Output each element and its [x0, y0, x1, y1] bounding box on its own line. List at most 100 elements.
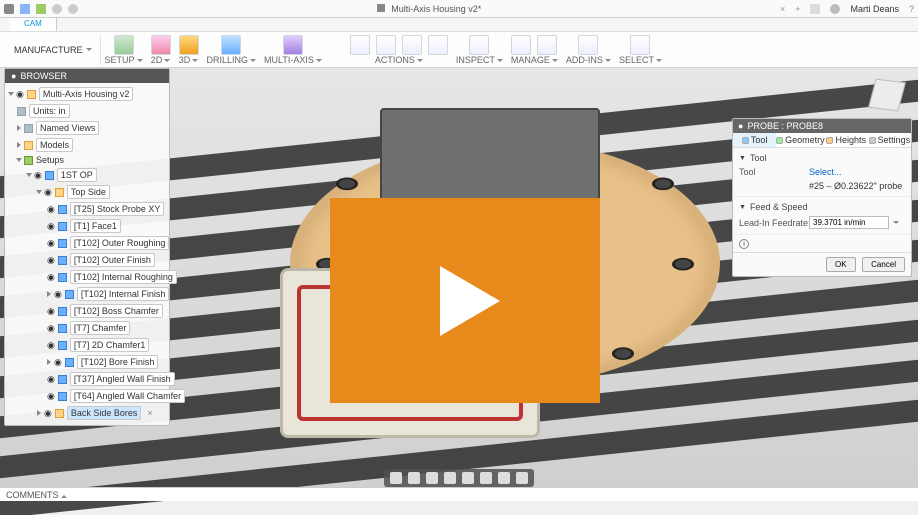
- ribbon-multiaxis[interactable]: MULTI-AXIS: [260, 34, 326, 65]
- ribbon-3d[interactable]: 3D: [175, 34, 203, 65]
- radio-icon[interactable]: ◉: [47, 374, 55, 385]
- close-doc-icon[interactable]: ×: [780, 4, 785, 14]
- radio-icon[interactable]: ◉: [54, 357, 62, 368]
- cancel-button[interactable]: Cancel: [862, 257, 905, 272]
- drilling-icon[interactable]: [221, 35, 241, 55]
- new-tab-icon[interactable]: +: [795, 4, 800, 14]
- pan-icon[interactable]: [408, 472, 420, 484]
- op-chamfer[interactable]: [T7] Chamfer: [70, 321, 131, 335]
- generate-icon[interactable]: [350, 35, 370, 55]
- radio-icon[interactable]: ◉: [54, 289, 62, 300]
- select-icon[interactable]: [630, 35, 650, 55]
- setup-icon[interactable]: [114, 35, 134, 55]
- op-2d-chamfer1[interactable]: [T7] 2D Chamfer1: [70, 338, 150, 352]
- units-node[interactable]: Units: in: [29, 104, 70, 118]
- radio-icon[interactable]: ◉: [47, 391, 55, 402]
- probe-tab-heights[interactable]: Heights: [825, 133, 868, 147]
- user-name[interactable]: Marti Deans: [850, 4, 899, 14]
- multiaxis-icon[interactable]: [283, 35, 303, 55]
- redo-icon[interactable]: [68, 4, 78, 14]
- ribbon-select[interactable]: SELECT: [615, 34, 666, 65]
- ribbon-inspect[interactable]: INSPECT: [452, 34, 507, 65]
- radio-icon[interactable]: ◉: [47, 306, 55, 317]
- ribbon-drilling[interactable]: DRILLING: [203, 34, 261, 65]
- op-outer-finish[interactable]: [T102] Outer Finish: [70, 253, 155, 267]
- folder-top-side[interactable]: Top Side: [67, 185, 110, 199]
- ribbon-manage[interactable]: MANAGE: [507, 34, 562, 65]
- file-icon[interactable]: [20, 4, 30, 14]
- probe-tab-settings[interactable]: Settings: [868, 133, 911, 147]
- op-bore-finish[interactable]: [T102] Bore Finish: [77, 355, 159, 369]
- viewport-icon[interactable]: [516, 472, 528, 484]
- radio-icon[interactable]: ◉: [47, 255, 55, 266]
- orbit-icon[interactable]: [390, 472, 402, 484]
- video-play-overlay[interactable]: [330, 198, 600, 403]
- 2d-icon[interactable]: [151, 35, 171, 55]
- fit-icon[interactable]: [444, 472, 456, 484]
- probe-tab-tool[interactable]: Tool: [733, 133, 776, 147]
- radio-icon[interactable]: ◉: [44, 408, 52, 419]
- op-angled-wall-chamfer[interactable]: [T64] Angled Wall Chamfer: [70, 389, 185, 403]
- workspace-tabs: CAM: [0, 18, 918, 32]
- named-views-node[interactable]: Named Views: [36, 121, 99, 135]
- op-outer-roughing[interactable]: [T102] Outer Roughing: [70, 236, 170, 250]
- help-icon[interactable]: ?: [909, 4, 914, 14]
- ribbon-addins[interactable]: ADD-INS: [562, 34, 615, 65]
- radio-icon[interactable]: ◉: [47, 238, 55, 249]
- manage-icon-1[interactable]: [511, 35, 531, 55]
- op-boss-chamfer[interactable]: [T102] Boss Chamfer: [70, 304, 163, 318]
- radio-icon[interactable]: ◉: [47, 204, 55, 215]
- radio-icon[interactable]: ◉: [34, 170, 42, 181]
- info-icon[interactable]: i: [739, 239, 749, 249]
- tool-select-link[interactable]: Select...: [809, 167, 905, 177]
- radio-icon[interactable]: ◉: [16, 89, 24, 100]
- radio-icon[interactable]: ◉: [47, 340, 55, 351]
- folder-back-side-bores[interactable]: Back Side Bores: [67, 406, 142, 420]
- radio-icon[interactable]: ◉: [47, 323, 55, 334]
- op-stock-probe[interactable]: [T25] Stock Probe XY: [70, 202, 165, 216]
- postprocess-icon[interactable]: [402, 35, 422, 55]
- grid-icon[interactable]: [498, 472, 510, 484]
- extensions-icon[interactable]: [810, 4, 820, 14]
- tab-cam[interactable]: CAM: [10, 18, 57, 31]
- op-internal-roughing[interactable]: [T102] Internal Roughing: [70, 270, 177, 284]
- app-menu-icon[interactable]: [4, 4, 14, 14]
- feedrate-input[interactable]: [809, 216, 889, 229]
- ribbon-actions[interactable]: ACTIONS: [346, 34, 452, 65]
- simulate-icon[interactable]: [376, 35, 396, 55]
- canvas-viewport[interactable]: ● BROWSER ◉Multi-Axis Housing v2 Units: …: [0, 68, 918, 501]
- save-icon[interactable]: [36, 4, 46, 14]
- root-component[interactable]: Multi-Axis Housing v2: [39, 87, 134, 101]
- probe-tab-geometry[interactable]: Geometry: [776, 133, 825, 147]
- op-internal-finish[interactable]: [T102] Internal Finish: [77, 287, 170, 301]
- zoom-icon[interactable]: [426, 472, 438, 484]
- component-icon: [27, 90, 36, 99]
- addins-icon[interactable]: [578, 35, 598, 55]
- close-icon[interactable]: ×: [147, 408, 152, 418]
- radio-icon[interactable]: ◉: [44, 187, 52, 198]
- ok-button[interactable]: OK: [826, 257, 856, 272]
- viewcube-icon[interactable]: [868, 79, 906, 112]
- ribbon-setup[interactable]: SETUP: [101, 34, 147, 65]
- user-avatar-icon[interactable]: [830, 4, 840, 14]
- viewcube[interactable]: [866, 74, 908, 116]
- comments-label[interactable]: COMMENTS: [0, 490, 918, 500]
- workspace-switcher[interactable]: MANUFACTURE: [6, 34, 101, 65]
- op-angled-wall-finish[interactable]: [T37] Angled Wall Finish: [70, 372, 175, 386]
- 3d-icon[interactable]: [179, 35, 199, 55]
- bolt-icon: [652, 178, 674, 191]
- radio-icon[interactable]: ◉: [47, 221, 55, 232]
- radio-icon[interactable]: ◉: [47, 272, 55, 283]
- ribbon-2d[interactable]: 2D: [147, 34, 175, 65]
- manage-icon-2[interactable]: [537, 35, 557, 55]
- undo-icon[interactable]: [52, 4, 62, 14]
- setup-1st-op[interactable]: 1ST OP: [57, 168, 97, 182]
- op-icon: [58, 324, 67, 333]
- inspect-icon[interactable]: [469, 35, 489, 55]
- lookat-icon[interactable]: [462, 472, 474, 484]
- display-icon[interactable]: [480, 472, 492, 484]
- setups-node[interactable]: Setups: [36, 155, 64, 165]
- op-face1[interactable]: [T1] Face1: [70, 219, 121, 233]
- models-node[interactable]: Models: [36, 138, 73, 152]
- setupsheet-icon[interactable]: [428, 35, 448, 55]
